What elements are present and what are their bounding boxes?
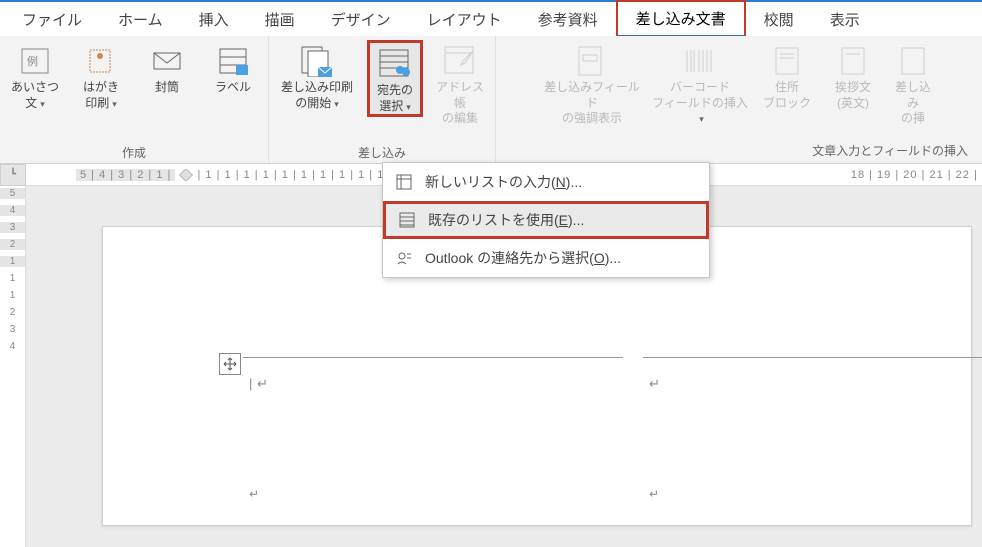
insert-merge-field-button[interactable]: 差し込み の挿 xyxy=(890,40,936,127)
tab-file[interactable]: ファイル xyxy=(4,3,100,36)
paragraph-mark: ↵ xyxy=(257,376,268,392)
label-cell-2[interactable]: ↵ ↵ xyxy=(643,357,982,507)
tab-design[interactable]: デザイン xyxy=(313,3,409,36)
start-mail-merge-icon xyxy=(300,44,334,78)
label-icon xyxy=(216,44,250,78)
barcode-icon xyxy=(683,44,717,78)
greeting-text-button[interactable]: 例 あいさつ 文▾ xyxy=(6,40,64,111)
menu-outlook-contacts[interactable]: Outlook の連絡先から選択(O)... xyxy=(383,239,709,277)
edit-recipient-list-icon xyxy=(443,44,477,78)
address-block-button[interactable]: 住所 ブロック xyxy=(758,40,816,111)
envelope-button[interactable]: 封筒 xyxy=(138,40,196,96)
label-cell-1[interactable]: | ↵ ↵ xyxy=(243,357,623,507)
select-recipients-menu: 新しいリストの入力(N)... 既存のリストを使用(E)... Outlook … xyxy=(382,162,710,278)
existing-list-icon xyxy=(398,211,416,229)
select-recipients-button[interactable]: 宛先の 選択▾ xyxy=(367,40,423,117)
tab-selector[interactable]: ┗ xyxy=(0,164,26,186)
tab-view[interactable]: 表示 xyxy=(812,3,878,36)
ribbon-body: 例 あいさつ 文▾ はがき 印刷▾ 封筒 ラベル xyxy=(0,36,982,164)
move-handle-icon xyxy=(223,357,237,371)
highlight-fields-icon xyxy=(575,44,609,78)
tab-review[interactable]: 校閲 xyxy=(746,3,812,36)
vertical-ruler[interactable]: 5 4 3 2 1 1 1 2 3 4 xyxy=(0,186,26,547)
menu-new-list[interactable]: 新しいリストの入力(N)... xyxy=(383,163,709,201)
start-mail-merge-button[interactable]: 差し込み印刷 の開始▾ xyxy=(275,40,359,111)
edit-recipient-list-button[interactable]: アドレス帳 の編集 xyxy=(431,40,489,127)
postcard-icon xyxy=(84,44,118,78)
tab-mailings[interactable]: 差し込み文書 xyxy=(616,0,746,38)
tab-insert[interactable]: 挿入 xyxy=(181,3,247,36)
paragraph-mark: ↵ xyxy=(649,376,660,392)
tab-home[interactable]: ホーム xyxy=(100,3,181,36)
new-list-icon xyxy=(395,173,413,191)
group-write-insert-label: 文章入力とフィールドの挿入 xyxy=(812,127,976,161)
tab-draw[interactable]: 描画 xyxy=(247,3,313,36)
menu-existing-list[interactable]: 既存のリストを使用(E)... xyxy=(383,201,709,239)
text-cursor: | xyxy=(249,376,252,391)
postcard-print-button[interactable]: はがき 印刷▾ xyxy=(72,40,130,111)
return-mark: ↵ xyxy=(649,487,659,501)
group-write-insert: 差し込みフィールド の強調表示 バーコード フィールドの挿入▾ 住所 ブロック … xyxy=(496,36,982,163)
table-move-handle[interactable] xyxy=(219,353,241,375)
greeting-icon: 例 xyxy=(18,44,52,78)
group-create-label: 作成 xyxy=(122,142,146,161)
group-start-merge: 差し込み印刷 の開始▾ 宛先の 選択▾ アドレス帳 の編集 差し込み xyxy=(269,36,496,163)
select-recipients-icon xyxy=(378,47,412,81)
tab-layout[interactable]: レイアウト xyxy=(409,3,520,36)
greeting-line-icon xyxy=(836,44,870,78)
highlight-merge-fields-button[interactable]: 差し込みフィールド の強調表示 xyxy=(542,40,642,127)
group-start-label: 差し込み xyxy=(358,142,406,161)
return-mark: ↵ xyxy=(249,487,259,501)
left-margin-marker[interactable] xyxy=(179,169,193,181)
svg-text:例: 例 xyxy=(27,54,38,68)
ribbon-tab-strip: ファイル ホーム 挿入 描画 デザイン レイアウト 参考資料 差し込み文書 校閲… xyxy=(0,0,982,36)
label-button[interactable]: ラベル xyxy=(204,40,262,96)
insert-merge-field-icon xyxy=(896,44,930,78)
outlook-contacts-icon xyxy=(395,249,413,267)
tab-references[interactable]: 参考資料 xyxy=(520,3,616,36)
greeting-line-button[interactable]: 挨拶文 (英文) xyxy=(824,40,882,111)
group-create: 例 あいさつ 文▾ はがき 印刷▾ 封筒 ラベル xyxy=(0,36,269,163)
address-block-icon xyxy=(770,44,804,78)
envelope-icon xyxy=(150,44,184,78)
barcode-field-button[interactable]: バーコード フィールドの挿入▾ xyxy=(650,40,750,127)
